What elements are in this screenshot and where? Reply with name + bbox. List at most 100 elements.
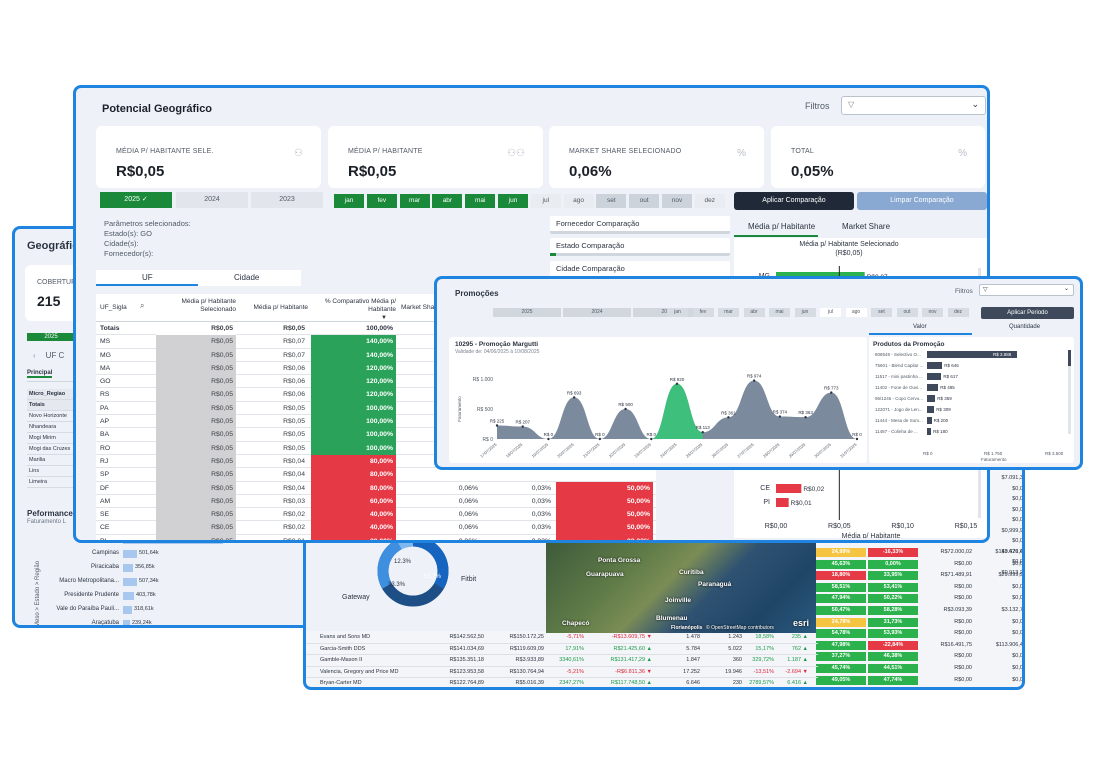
table-row[interactable]: 54,78% 53,93% R$0,00 $0,00 <box>816 628 1022 639</box>
data-point[interactable] <box>547 437 550 441</box>
table-row[interactable]: 47,94% 50,22% R$0,00 $0,00 <box>816 593 1022 604</box>
filter-dropdown[interactable]: ▽ ⌄ <box>841 96 986 115</box>
search-icon[interactable]: ⌕ <box>140 302 144 310</box>
bar-row[interactable]: Araçatuba 239,24k <box>29 617 199 625</box>
data-point[interactable] <box>855 437 859 441</box>
tab-principal[interactable]: Principal <box>27 370 53 378</box>
data-point[interactable] <box>598 437 602 441</box>
product-row[interactable]: 122071 - Jogo de Len... R$ 309 <box>869 406 1074 414</box>
month-ago-button[interactable]: ago <box>563 194 594 208</box>
bar-row[interactable]: Piracicaba 356,85k <box>29 561 199 575</box>
bar-row[interactable]: Campinas 501,64k <box>29 547 199 561</box>
table-row[interactable]: 50,47% 58,28% R$3.093,39 $3.132,74 <box>816 605 1022 615</box>
year-2024-button[interactable]: 2024 <box>563 308 631 317</box>
year-2023-button[interactable]: 2023 <box>251 192 323 208</box>
data-point[interactable] <box>727 416 730 419</box>
bar-row[interactable]: Presidente Prudente 403,78k <box>29 589 199 603</box>
bar[interactable] <box>123 550 137 558</box>
filter-dropdown[interactable]: ▽ ⌄ <box>979 284 1074 296</box>
month-jun-button[interactable]: jun <box>498 194 528 208</box>
table-row[interactable]: Evans and Sons MD R$142.562,50 R$150.172,2… <box>306 632 818 644</box>
product-bar[interactable] <box>927 384 939 391</box>
col-media-habitante[interactable]: Média p/ Habitante <box>244 304 308 312</box>
table-row[interactable]: 45,74% 44,51% R$0,00 $0,00 <box>816 663 1022 673</box>
month-set-button[interactable]: set <box>596 194 627 208</box>
year-2025-button[interactable]: 2025 <box>493 308 561 317</box>
product-bar[interactable] <box>927 373 942 380</box>
estado-comparacao-dropdown[interactable]: Estado Comparação <box>550 238 730 256</box>
table-row[interactable]: 24,78% 31,73% R$0,00 $0,00 <box>816 617 1022 627</box>
product-row[interactable]: 75601 - Blend Capilar ... R$ 646 <box>869 362 1074 370</box>
month-jan-button[interactable]: jan <box>334 194 364 208</box>
data-point[interactable] <box>650 437 653 441</box>
month-out-button[interactable]: out <box>629 194 660 208</box>
product-row[interactable]: 11487 - Colinha de ... R$ 180 <box>869 428 1074 436</box>
uf-selector[interactable]: ‹ UF C <box>33 351 64 360</box>
month-mar-button[interactable]: mar <box>399 194 430 208</box>
month-jun-button[interactable]: jun <box>794 308 816 317</box>
data-point[interactable] <box>572 396 576 399</box>
table-row[interactable]: Garcia-Smith DDS R$141.034,69 R$119.609,09… <box>306 644 818 655</box>
data-point[interactable] <box>521 425 524 428</box>
table-row[interactable]: 58,51% 53,41% R$0,00 $0,00 <box>816 582 1022 592</box>
table-row[interactable]: 49,05% 47,74% R$0,00 $0,00 <box>816 675 1022 685</box>
month-jul-button[interactable]: jul <box>820 308 841 317</box>
bar[interactable] <box>123 578 137 586</box>
tab-quantidade[interactable]: Quantidade <box>1009 324 1040 330</box>
table-row[interactable]: 24,99% -16,33% R$72.000,02 $149.629,03 <box>816 547 1022 557</box>
product-row[interactable]: 11402 - Fone de Ouvi... R$ 485 <box>869 384 1074 392</box>
tab-media-habitante[interactable]: Média p/ Habitante <box>748 222 815 231</box>
month-jan-button[interactable]: jan <box>667 308 688 317</box>
month-fev-button[interactable]: fev <box>692 308 714 317</box>
col-comparativo[interactable]: % Comparativo Média p/ Habitante <box>316 298 396 314</box>
bar[interactable] <box>123 564 133 572</box>
month-jul-button[interactable]: jul <box>530 194 561 208</box>
table-row[interactable]: 45,63% 0,00% R$0,00 $0,00 <box>816 559 1022 569</box>
bar[interactable] <box>123 620 130 625</box>
month-ago-button[interactable]: ago <box>845 308 867 317</box>
highlight-area[interactable] <box>651 383 703 439</box>
apply-period-button[interactable]: Aplicar Periodo <box>981 307 1074 319</box>
table-row[interactable]: 37,27% 46,38% R$0,00 $0,00 <box>816 651 1022 662</box>
table-row[interactable]: 18,80% 33,95% R$71.489,91 $29.999,99 <box>816 570 1022 581</box>
table-row[interactable]: DF R$0,05 R$0,04 80,00% 0,06% 0,03% 50,00% <box>96 481 656 495</box>
product-bar[interactable] <box>927 428 932 435</box>
bar[interactable] <box>123 592 134 600</box>
product-row[interactable]: 808548 - Selectivo O... R$ 3.888 <box>869 351 1074 359</box>
table-row[interactable]: SE R$0,05 R$0,02 40,00% 0,06% 0,03% 50,00% <box>96 508 656 522</box>
bar[interactable] <box>123 606 132 614</box>
col-media-selecionado[interactable]: Média p/ Habitante Selecionado <box>160 298 236 314</box>
product-row[interactable]: 96/1245 - Copo Cervo... R$ 359 <box>869 395 1074 403</box>
month-dez-button[interactable]: dez <box>947 308 969 317</box>
apply-comparison-button[interactable]: Aplicar Comparação <box>734 192 854 210</box>
month-fev-button[interactable]: fev <box>366 194 397 208</box>
product-bar[interactable] <box>927 417 932 424</box>
table-row[interactable]: 54,17%41,06%R$0,00$0,00 <box>816 686 1022 687</box>
data-point[interactable] <box>701 431 704 434</box>
bar-row[interactable]: Vale do Paraíba Pauli... 318,61k <box>29 603 199 617</box>
table-row[interactable]: Gamble-Mason II R$135.351,18 R$3.933,89 334… <box>306 655 818 667</box>
data-point[interactable] <box>830 391 833 394</box>
data-point[interactable] <box>778 415 782 418</box>
year-2025-button[interactable]: 2025 ✓ <box>100 192 172 208</box>
tab-uf[interactable]: UF <box>142 273 153 282</box>
col-uf-sigla[interactable]: UF_Sigla <box>100 304 127 312</box>
month-set-button[interactable]: set <box>871 308 892 317</box>
data-point[interactable] <box>675 382 679 385</box>
month-dez-button[interactable]: dez <box>694 194 725 208</box>
year-2024-button[interactable]: 2024 <box>176 192 248 208</box>
data-point[interactable] <box>752 379 756 382</box>
data-point[interactable] <box>624 407 627 411</box>
month-abr-button[interactable]: abr <box>743 308 765 317</box>
month-mai-button[interactable]: mai <box>769 308 790 317</box>
region-map[interactable]: Ponta Grossa Guarapuava Curitiba Paranag… <box>546 541 816 633</box>
chevron-left-icon[interactable]: ‹ <box>33 351 36 360</box>
scrollbar-thumb[interactable] <box>1068 350 1071 366</box>
table-row[interactable]: Bryan-Carter MD R$122.764,89 R$5.016,39 234… <box>306 678 818 687</box>
product-bar[interactable] <box>927 362 943 369</box>
product-bar[interactable] <box>927 395 936 402</box>
tab-market-share[interactable]: Market Share <box>842 222 890 231</box>
product-row[interactable]: 11444 - Mesa de Som... R$ 200 <box>869 417 1074 425</box>
clear-comparison-button[interactable]: Limpar Comparação <box>857 192 987 210</box>
tab-valor[interactable]: Valor <box>913 324 927 330</box>
